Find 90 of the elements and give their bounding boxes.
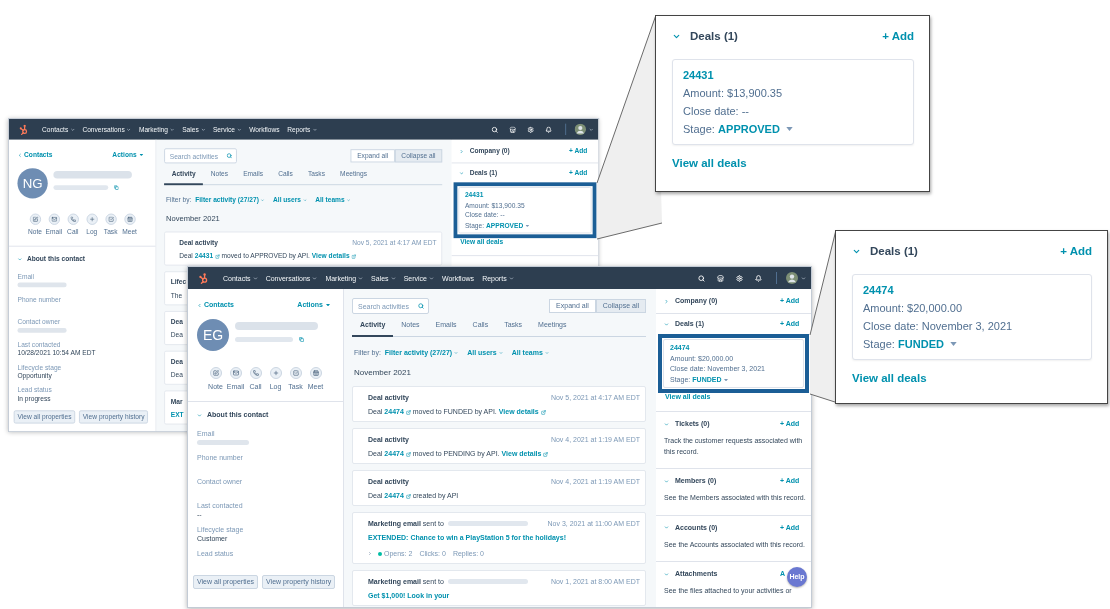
deal-id-link[interactable]: 24474 [863,284,894,296]
chevron-down-icon [197,412,202,418]
calendar-icon [123,213,136,225]
chevron-down-icon [454,351,459,355]
checkbox-icon [289,367,302,379]
deal-amount: Amount: $13,900.35 [683,86,784,101]
avatar-initials: NG [17,168,48,199]
external-link-icon[interactable] [405,451,411,457]
phone-icon [249,367,262,379]
chevron-down-icon [169,127,175,132]
avatar-silhouette-icon[interactable] [574,123,586,136]
pencil-icon [209,367,222,379]
envelope-icon [229,367,242,379]
settings-icon[interactable] [527,126,534,133]
chevron-down-icon [346,198,351,203]
deal-close-date: Close date: November 3, 2021 [863,319,1014,334]
status-dot-icon [378,551,382,556]
chevron-down-icon[interactable] [801,275,806,281]
deal-id-link[interactable]: 24431 [683,69,714,81]
external-link-icon[interactable] [543,451,549,457]
chevron-down-icon [236,127,242,132]
add-link[interactable]: + Add [1060,243,1092,259]
phone-icon [67,213,79,225]
plus-icon [86,213,98,225]
sprocket-logo[interactable] [199,272,208,284]
checkbox-icon [104,213,117,225]
bell-icon[interactable] [755,274,762,282]
chevron-right-icon [459,148,464,154]
chevron-down-icon [252,275,258,281]
bell-icon[interactable] [545,126,552,133]
chevron-down-icon [664,478,669,484]
deal-amount: Amount: $20,000.00 [863,301,964,316]
sprocket-logo[interactable] [19,124,28,135]
store-icon[interactable] [717,274,724,282]
chevron-down-icon [17,256,23,262]
view-all-deals-link[interactable]: View all deals [852,370,927,386]
chevron-left-icon [197,302,202,308]
caret-icon [949,342,957,346]
chevron-down-icon [428,275,434,281]
chevron-down-icon [498,351,503,355]
external-link-icon[interactable] [215,253,220,259]
store-icon[interactable] [509,126,516,133]
avatar-silhouette-icon[interactable] [786,272,798,284]
chevron-down-icon[interactable] [588,127,594,132]
chevron-down-icon [312,275,318,281]
deal-close-date: Close date: -- [683,104,751,119]
chevron-down-icon [508,275,514,281]
chevron-down-icon [200,127,206,132]
chevron-down-icon [358,275,364,281]
chevron-down-icon [390,275,396,281]
chevron-down-icon [544,351,549,355]
chevron-down-icon [664,421,669,427]
stage-label: Stage: [863,337,895,352]
copy-icon[interactable] [299,337,304,342]
view-all-deals-link[interactable]: View all deals [672,155,747,171]
month-heading: November 2021 [353,368,412,377]
caret-icon [326,303,330,307]
caret-icon [139,153,144,157]
chevron-down-icon [459,170,464,176]
chevron-down-icon [664,571,669,577]
chevron-down-icon [312,127,317,132]
chevron-right-icon[interactable] [368,551,372,556]
chevron-down-icon [260,198,265,203]
stage-label: Stage: [683,122,715,137]
calendar-icon [309,367,322,379]
plus-icon [269,367,282,379]
caret-icon [723,378,728,381]
add-link[interactable]: + Add [882,28,914,44]
chevron-down-icon [126,127,132,132]
chevron-down-icon [664,321,669,327]
external-link-icon[interactable] [405,409,411,415]
avatar-initials: EG [197,319,229,351]
stage-dropdown[interactable]: APPROVED [718,120,793,138]
settings-icon[interactable] [736,274,743,282]
chevron-down-icon [664,525,669,530]
envelope-icon [48,213,60,225]
copy-icon[interactable] [113,185,119,190]
pencil-icon [29,213,41,225]
chevron-right-icon [664,298,669,304]
chevron-down-icon [302,198,307,203]
external-link-icon[interactable] [540,409,546,415]
section-toggle[interactable]: Deals (1) [672,28,738,44]
section-toggle[interactable]: Deals (1) [852,243,918,259]
chevron-left-icon [17,152,23,158]
external-link-icon[interactable] [351,253,357,259]
external-link-icon[interactable] [405,493,411,499]
caret-icon [785,127,793,131]
stage-dropdown[interactable]: FUNDED [898,335,957,353]
chevron-down-icon [70,127,75,132]
caret-icon [525,224,529,227]
